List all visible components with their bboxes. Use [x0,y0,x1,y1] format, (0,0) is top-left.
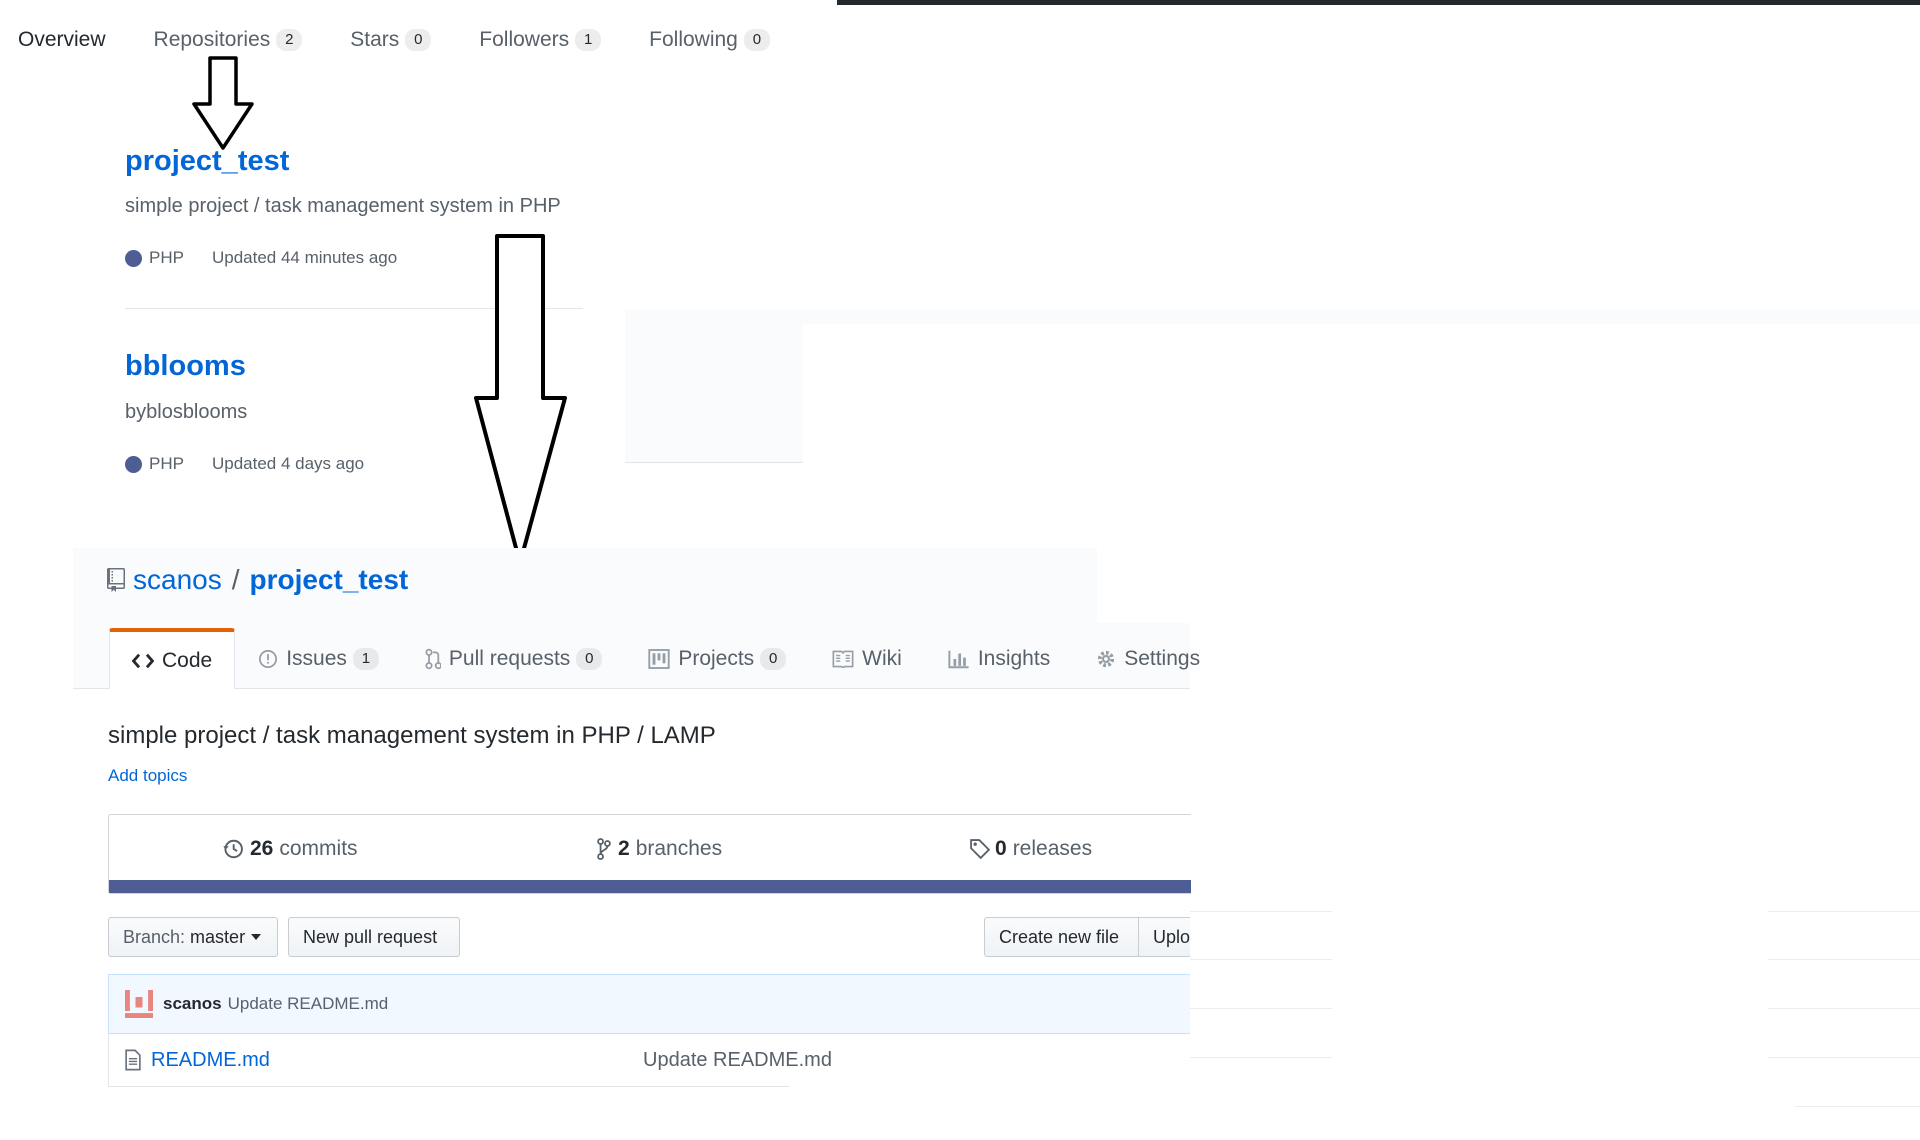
followers-counter: 1 [575,29,602,51]
tab-code[interactable]: Code [109,628,236,689]
following-counter: 0 [743,29,770,51]
pull-requests-counter: 0 [576,647,603,670]
code-icon [132,653,154,669]
repo-meta: PHP Updated 44 minutes ago [125,248,397,268]
tab-overview[interactable]: Overview [18,28,106,52]
header-whitespace [1097,548,1190,623]
repo-icon [107,568,125,592]
arrow-down-large-icon [474,234,567,565]
tab-pull-requests[interactable]: Pull requests 0 [402,628,625,688]
add-topics-link[interactable]: Add topics [108,766,187,786]
book-icon [832,650,854,668]
repo-updated: Updated 44 minutes ago [211,248,398,267]
repo-updated: Updated 4 days ago [211,454,365,473]
faint-line [1190,1008,1332,1009]
pull-request-icon [425,648,441,670]
tab-settings[interactable]: Settings [1073,628,1223,688]
repositories-counter: 2 [276,29,303,51]
file-commit-message[interactable]: Update README.md [643,1049,832,1072]
language-bar [109,880,1191,893]
repo-language: PHP [149,248,184,267]
project-icon [648,648,670,669]
faint-line [1190,911,1332,912]
repo-tabs: Code Issues 1 Pull requests 0 Projects 0… [109,628,1223,689]
tab-repositories[interactable]: Repositories 2 [154,28,303,52]
language-color-dot [125,455,142,473]
issue-icon [258,649,278,669]
commit-author[interactable]: scanos [163,994,222,1014]
new-pull-request-button[interactable]: New pull request [288,917,460,957]
latest-commit: scanos Update README.md [108,974,1190,1034]
tag-icon [970,839,991,860]
stars-counter: 0 [405,29,432,51]
header-bar-edge [837,0,1920,5]
path-separator: / [231,564,240,595]
branch-icon [597,838,611,860]
faint-line [1768,911,1920,912]
tab-projects[interactable]: Projects 0 [625,628,809,688]
gear-icon [1096,649,1116,669]
tab-followers[interactable]: Followers 1 [479,28,602,52]
repo-language: PHP [149,454,184,473]
upload-files-button[interactable]: Uplo [1138,917,1190,957]
faint-line [1190,1057,1332,1058]
faint-panel [625,324,803,463]
caret-down-icon [251,934,262,940]
repo-link-bblooms[interactable]: bblooms [125,350,246,383]
repo-meta: PHP Updated 4 days ago [125,454,364,474]
repo-owner-link[interactable]: scanos [133,564,222,596]
tab-stars[interactable]: Stars 0 [350,28,432,52]
file-name-link[interactable]: README.md [151,1049,270,1072]
faint-panel [625,310,1920,324]
repo-description: simple project / task management system … [125,195,561,217]
graph-icon [948,649,970,669]
projects-counter: 0 [760,647,787,670]
language-color-dot [125,249,142,267]
branches-link[interactable]: 2 branches [596,837,722,861]
repo-description: byblosblooms [125,401,248,423]
faint-line [1190,959,1332,960]
tab-following[interactable]: Following 0 [649,28,770,52]
row-divider [108,1086,789,1087]
repo-about-description: simple project / task management system … [108,722,716,749]
numbers-summary: 26 commits 2 branches 0 releases [108,814,1191,894]
avatar[interactable] [125,990,153,1018]
releases-link[interactable]: 0 releases [969,837,1092,861]
branch-select-button[interactable]: Branch: master [108,917,278,957]
file-icon [125,1049,141,1071]
create-new-file-button[interactable]: Create new file [984,917,1139,957]
repo-name-link[interactable]: project_test [250,564,409,596]
commit-message[interactable]: Update README.md [228,994,389,1014]
repo-path: scanos / project_test [107,564,408,596]
issues-counter: 1 [352,647,379,670]
tab-wiki[interactable]: Wiki [809,628,925,688]
tab-issues[interactable]: Issues 1 [235,628,402,688]
faint-line [1768,959,1920,960]
branch-name: master [190,926,246,947]
faint-line [1768,1057,1920,1058]
file-row: README.md Update README.md [108,1034,1190,1086]
faint-line [1795,1106,1920,1107]
faint-line [1768,1008,1920,1009]
commits-link[interactable]: 26 commits [222,837,358,861]
repo-link-project-test[interactable]: project_test [125,145,289,178]
tab-insights[interactable]: Insights [925,628,1073,688]
history-icon [223,839,243,859]
profile-nav: Overview Repositories 2 Stars 0 Follower… [18,22,818,58]
